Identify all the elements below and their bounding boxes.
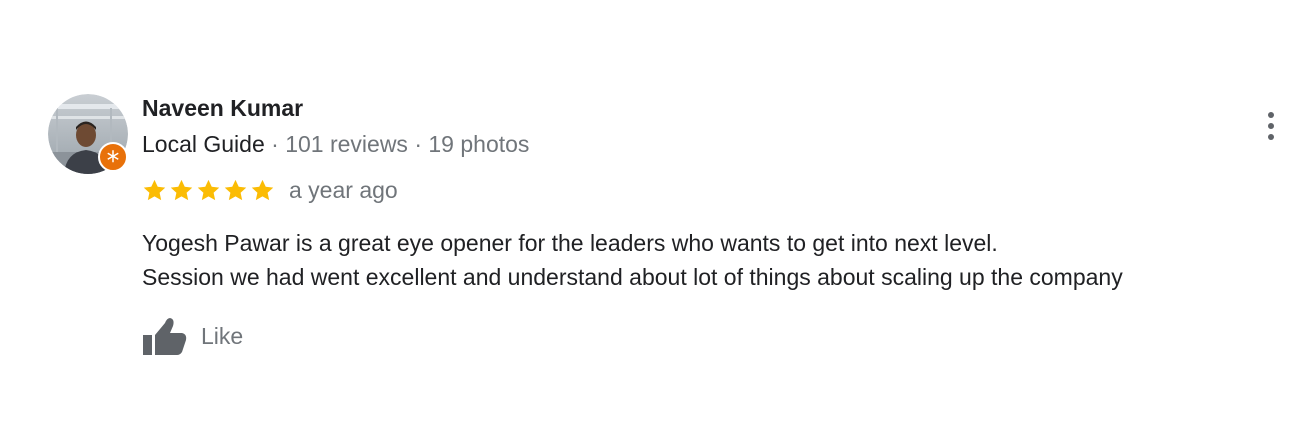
review-count: 101 reviews — [285, 131, 408, 157]
more-options-button[interactable] — [1256, 106, 1286, 146]
star-icon — [170, 179, 193, 200]
thumb-up-icon — [143, 318, 187, 355]
review-text-line: Yogesh Pawar is a great eye opener for t… — [142, 230, 998, 256]
like-button[interactable]: Like — [140, 314, 243, 358]
like-label: Like — [201, 322, 244, 349]
rating-row: a year ago — [142, 176, 398, 204]
meta-separator: · — [407, 131, 429, 157]
star-icon — [143, 179, 166, 200]
star-icon — [197, 179, 220, 200]
star-icon — [224, 179, 247, 200]
reviewer-avatar-container[interactable] — [48, 94, 128, 174]
review-card: Naveen Kumar Local Guide · 101 reviews ·… — [0, 0, 1314, 442]
reviewer-name[interactable]: Naveen Kumar — [142, 95, 303, 122]
review-time: a year ago — [289, 176, 398, 203]
review-text-line: Session we had went excellent and unders… — [142, 264, 1123, 290]
meta-separator: · — [264, 131, 286, 157]
photo-count: 19 photos — [428, 131, 530, 157]
review-text: Yogesh Pawar is a great eye opener for t… — [142, 226, 1123, 294]
more-vert-icon — [1268, 134, 1274, 140]
local-guide-label: Local Guide — [142, 131, 265, 157]
reviewer-meta[interactable]: Local Guide · 101 reviews · 19 photos — [142, 131, 529, 158]
more-vert-icon — [1268, 112, 1274, 118]
more-vert-icon — [1268, 123, 1274, 129]
star-rating — [142, 178, 275, 203]
star-icon — [251, 179, 274, 200]
local-guide-star-icon — [98, 142, 128, 172]
